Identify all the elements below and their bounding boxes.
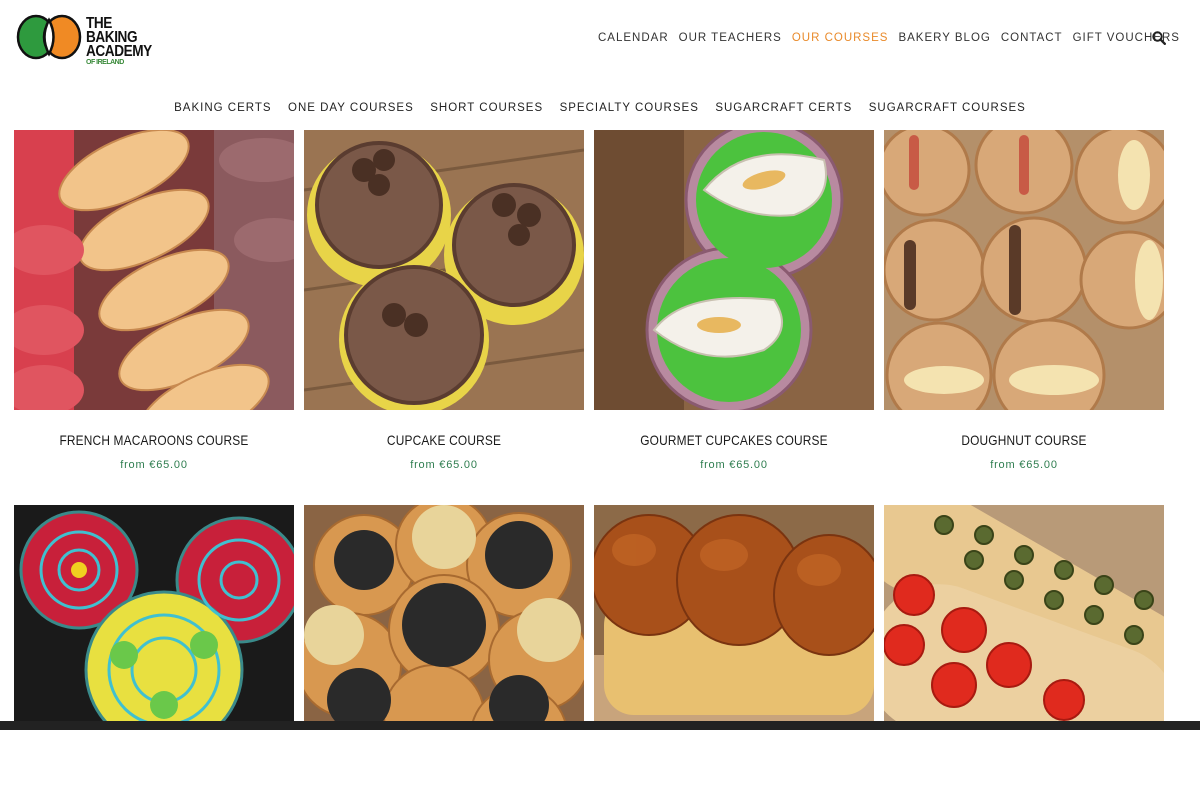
seeded-bread-rolls-photo[interactable] xyxy=(304,505,584,785)
calla-lily-cupcakes-photo[interactable] xyxy=(594,130,874,410)
logo-line-2: ACADEMY xyxy=(86,43,152,60)
subnav-short-courses[interactable]: SHORT COURSES xyxy=(430,102,543,114)
logo-mark-icon xyxy=(16,14,82,60)
logo-line-1: THE BAKING xyxy=(86,15,138,46)
chocolate-cupcakes-photo[interactable] xyxy=(304,130,584,410)
course-title[interactable]: GOURMET CUPCAKES COURSE xyxy=(615,432,853,448)
nav-bakery-blog[interactable]: BAKERY BLOG xyxy=(898,32,990,44)
nav-our-teachers[interactable]: OUR TEACHERS xyxy=(679,32,782,44)
nav-calendar[interactable]: CALENDAR xyxy=(598,32,669,44)
course-price: from €65.00 xyxy=(120,459,188,471)
course-price: from €65.00 xyxy=(990,459,1058,471)
doughnuts-photo[interactable] xyxy=(884,130,1164,410)
subnav-sugarcraft-courses[interactable]: SUGARCRAFT COURSES xyxy=(869,102,1026,114)
logo-line-3: OF IRELAND xyxy=(86,59,124,66)
site-header: THE BAKING ACADEMY OF IRELAND CALENDAR O… xyxy=(0,0,1200,80)
course-price: from €65.00 xyxy=(700,459,768,471)
nav-contact[interactable]: CONTACT xyxy=(1001,32,1063,44)
course-title[interactable]: CUPCAKE COURSE xyxy=(325,432,563,448)
subnav-specialty-courses[interactable]: SPECIALTY COURSES xyxy=(560,102,699,114)
focaccia-photo[interactable] xyxy=(884,505,1164,785)
macarons-photo[interactable] xyxy=(14,130,294,410)
course-price: from €65.00 xyxy=(410,459,478,471)
decorated-cookies-photo[interactable] xyxy=(14,505,294,785)
brioche-loaf-photo[interactable] xyxy=(594,505,874,785)
subnav-sugarcraft-certs[interactable]: SUGARCRAFT CERTS xyxy=(715,102,852,114)
logo-text: THE BAKING ACADEMY OF IRELAND xyxy=(86,15,166,67)
course-category-nav: BAKING CERTS ONE DAY COURSES SHORT COURS… xyxy=(0,98,1200,116)
site-logo[interactable]: THE BAKING ACADEMY OF IRELAND xyxy=(16,12,166,66)
course-title[interactable]: FRENCH MACAROONS COURSE xyxy=(35,432,273,448)
search-icon[interactable] xyxy=(1152,31,1168,47)
nav-our-courses[interactable]: OUR COURSES xyxy=(792,32,889,44)
subnav-one-day-courses[interactable]: ONE DAY COURSES xyxy=(288,102,414,114)
bottom-bar xyxy=(0,721,1200,730)
main-nav: CALENDAR OUR TEACHERS OUR COURSES BAKERY… xyxy=(598,32,1190,44)
course-title[interactable]: DOUGHNUT COURSE xyxy=(905,432,1143,448)
subnav-baking-certs[interactable]: BAKING CERTS xyxy=(174,102,271,114)
